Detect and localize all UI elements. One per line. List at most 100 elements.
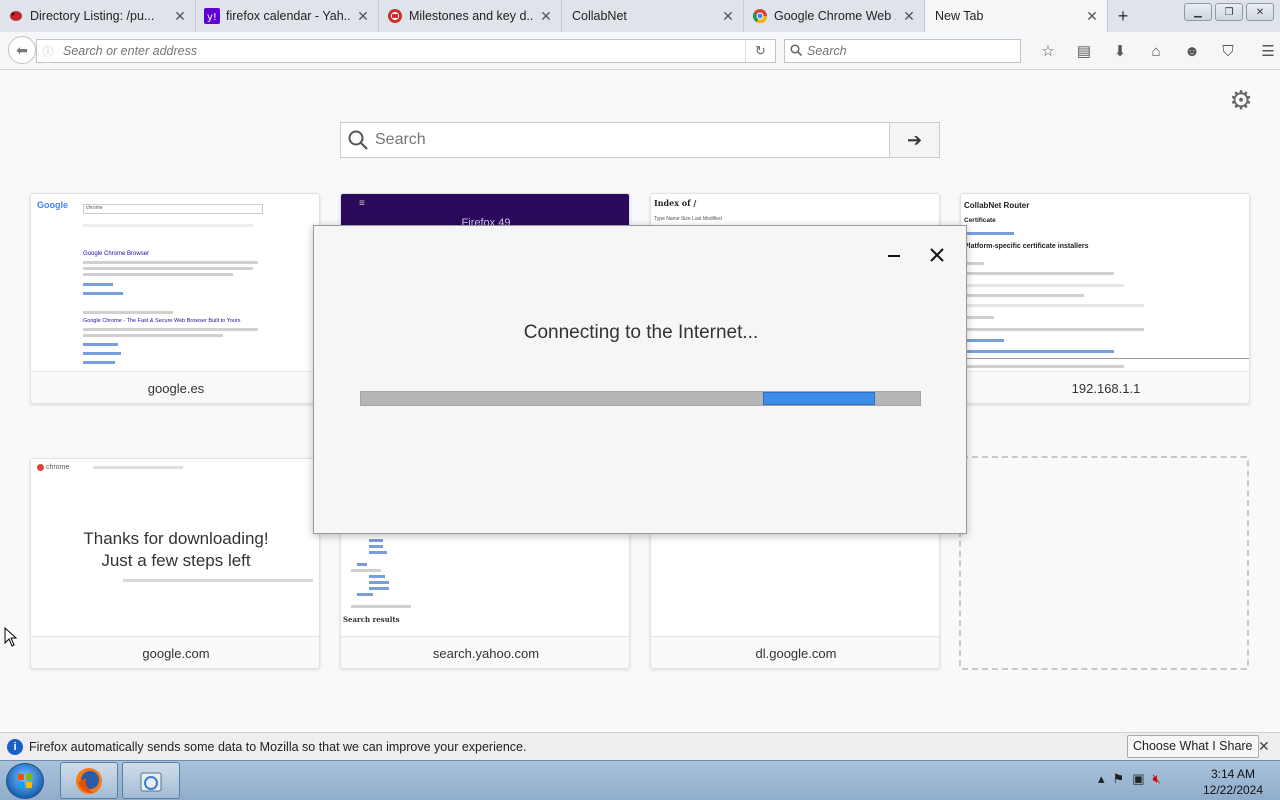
- hamburger-icon: ≡: [359, 198, 365, 209]
- thumb-link-line: [964, 350, 1114, 353]
- tab-title: Directory Listing: /pu...: [30, 9, 155, 23]
- mouse-cursor-icon: [4, 626, 18, 650]
- tile-caption: dl.google.com: [651, 637, 939, 668]
- system-tray: ▴ ⚑ ▣ 🔇︎: [1098, 771, 1161, 787]
- close-dialog-icon[interactable]: [928, 246, 946, 264]
- notification-text: Firefox automatically sends some data to…: [29, 739, 527, 754]
- thumb-line: [964, 294, 1084, 297]
- hello-chat-icon[interactable]: ☻: [1174, 40, 1210, 62]
- thumb-link-line: [369, 551, 387, 554]
- google-logo: Google: [37, 200, 68, 210]
- tab-title: CollabNet: [572, 9, 627, 23]
- bookmarks-library-icon[interactable]: ▤: [1066, 40, 1102, 62]
- home-icon[interactable]: ⌂: [1138, 40, 1174, 62]
- windows-taskbar: ▴ ⚑ ▣ 🔇︎ 3:14 AM 12/22/2024: [0, 760, 1280, 800]
- menu-hamburger-icon[interactable]: ☰: [1250, 40, 1280, 62]
- volume-muted-icon[interactable]: 🔇︎: [1152, 771, 1160, 787]
- clock-time: 3:14 AM: [1210, 767, 1256, 781]
- newtab-search-box[interactable]: ➔: [340, 122, 940, 158]
- new-tab-plus-icon[interactable]: +: [1108, 0, 1138, 32]
- tile-caption: search.yahoo.com: [341, 637, 629, 668]
- restore-window-button[interactable]: ❐: [1215, 3, 1243, 21]
- top-site-tile-google-es[interactable]: Google chrome Google Chrome Browser Goog…: [30, 193, 320, 404]
- tab-directory-listing[interactable]: Directory Listing: /pu... ✕: [0, 0, 196, 32]
- svg-text:y!: y!: [207, 12, 217, 23]
- thumb-link-line: [83, 361, 115, 364]
- tab-firefox-calendar[interactable]: y! firefox calendar - Yah... ✕: [196, 0, 379, 32]
- toolbar-search-bar[interactable]: [784, 39, 1021, 63]
- thumb-line: [83, 224, 253, 227]
- top-site-tile-router[interactable]: CollabNet Router Certificate Platform-sp…: [960, 193, 1250, 404]
- tab-milestones[interactable]: Milestones and key d... ✕: [379, 0, 562, 32]
- pocket-icon[interactable]: ⛉: [1210, 40, 1246, 62]
- red-circle-icon: [387, 8, 403, 24]
- chrome-icon: [752, 8, 768, 24]
- top-site-tile-google-com[interactable]: chrome Thanks for downloading! Just a fe…: [30, 458, 320, 669]
- close-window-button[interactable]: ✕: [1246, 3, 1274, 21]
- download-icon[interactable]: ⬇: [1102, 40, 1138, 62]
- thumb-line: [83, 261, 258, 264]
- thumb-line: [964, 304, 1144, 307]
- info-icon[interactable]: ⓘ: [37, 43, 59, 59]
- search-icon: [785, 43, 807, 59]
- reload-icon[interactable]: ↻: [745, 40, 775, 62]
- toolbar-search-input[interactable]: [807, 44, 1020, 58]
- dialog-message: Connecting to the Internet...: [523, 322, 759, 343]
- thumb-link-line: [357, 563, 367, 566]
- thumb-link-line: [83, 352, 121, 355]
- tile-thumbnail: chrome Thanks for downloading! Just a fe…: [31, 459, 319, 637]
- close-tab-icon[interactable]: ✕: [539, 8, 553, 25]
- connecting-dialog: Connecting to the Internet...: [313, 225, 967, 534]
- chrome-thanks-line2: Just a few steps left: [101, 551, 251, 570]
- clock-date: 12/22/2024: [1202, 783, 1264, 797]
- close-tab-icon[interactable]: ✕: [721, 8, 735, 25]
- thumb-line: [964, 284, 1124, 287]
- tab-collabnet[interactable]: CollabNet ✕: [562, 0, 744, 32]
- choose-what-i-share-button[interactable]: Choose What I Share: [1127, 735, 1259, 758]
- minimize-window-button[interactable]: ▁: [1184, 3, 1212, 21]
- close-tab-icon[interactable]: ✕: [1085, 8, 1099, 25]
- action-center-flag-icon[interactable]: ⚑: [1113, 771, 1125, 787]
- collabnet-heading: Platform-specific certificate installers: [964, 243, 1089, 250]
- tab-google-chrome-web[interactable]: Google Chrome Web ... ✕: [744, 0, 925, 32]
- taskbar-firefox-button[interactable]: [60, 762, 118, 799]
- google-result-link: Google Chrome Browser: [83, 251, 150, 257]
- toolbar-icons: ☆ ▤ ⬇ ⌂ ☻ ⛉ ☰: [1030, 40, 1280, 62]
- address-bar[interactable]: ⓘ ↻: [36, 39, 776, 63]
- progress-bar-fill: [763, 392, 876, 405]
- show-hidden-icons-arrow-icon[interactable]: ▴: [1098, 771, 1105, 787]
- progress-bar: [360, 391, 921, 406]
- navigation-bar: ⬅ ⓘ ↻ ☆ ▤ ⬇ ⌂ ☻ ⛉ ☰: [0, 32, 1280, 70]
- thumb-link-line: [964, 339, 1004, 342]
- search-icon: [341, 130, 375, 150]
- close-tab-icon[interactable]: ✕: [173, 8, 187, 25]
- newtab-search-input[interactable]: [375, 131, 889, 149]
- taskbar-clock[interactable]: 3:14 AM 12/22/2024: [1198, 766, 1268, 798]
- firefox-icon: [76, 767, 102, 794]
- gear-icon[interactable]: ⚙: [1228, 85, 1254, 115]
- empty-tile-slot[interactable]: [959, 456, 1249, 670]
- tile-caption: google.es: [31, 372, 319, 403]
- close-tab-icon[interactable]: ✕: [902, 8, 916, 25]
- search-go-arrow-icon[interactable]: ➔: [889, 123, 939, 157]
- close-tab-icon[interactable]: ✕: [356, 8, 370, 25]
- thumb-line: [123, 579, 313, 582]
- minimize-dialog-icon[interactable]: [887, 248, 901, 262]
- address-input[interactable]: [59, 44, 745, 58]
- chrome-brand: chrome: [37, 463, 69, 473]
- start-button[interactable]: [6, 763, 44, 799]
- thumb-line: [964, 316, 994, 319]
- tab-new-tab[interactable]: New Tab ✕: [925, 0, 1108, 32]
- thumb-line: [351, 605, 411, 608]
- back-arrow-icon[interactable]: ⬅: [8, 36, 36, 64]
- window-controls: ▁ ❐ ✕: [1184, 3, 1274, 21]
- taskbar-app-button[interactable]: [122, 762, 180, 799]
- thumb-divider: [961, 358, 1249, 359]
- chrome-brand-text: chrome: [45, 464, 70, 471]
- chrome-icon: [37, 463, 44, 471]
- thumb-link-line: [357, 593, 373, 596]
- network-icon[interactable]: ▣: [1132, 771, 1144, 787]
- index-title: Index of /: [654, 198, 697, 208]
- close-notification-icon[interactable]: ✕: [1258, 738, 1270, 755]
- bookmark-star-icon[interactable]: ☆: [1030, 40, 1066, 62]
